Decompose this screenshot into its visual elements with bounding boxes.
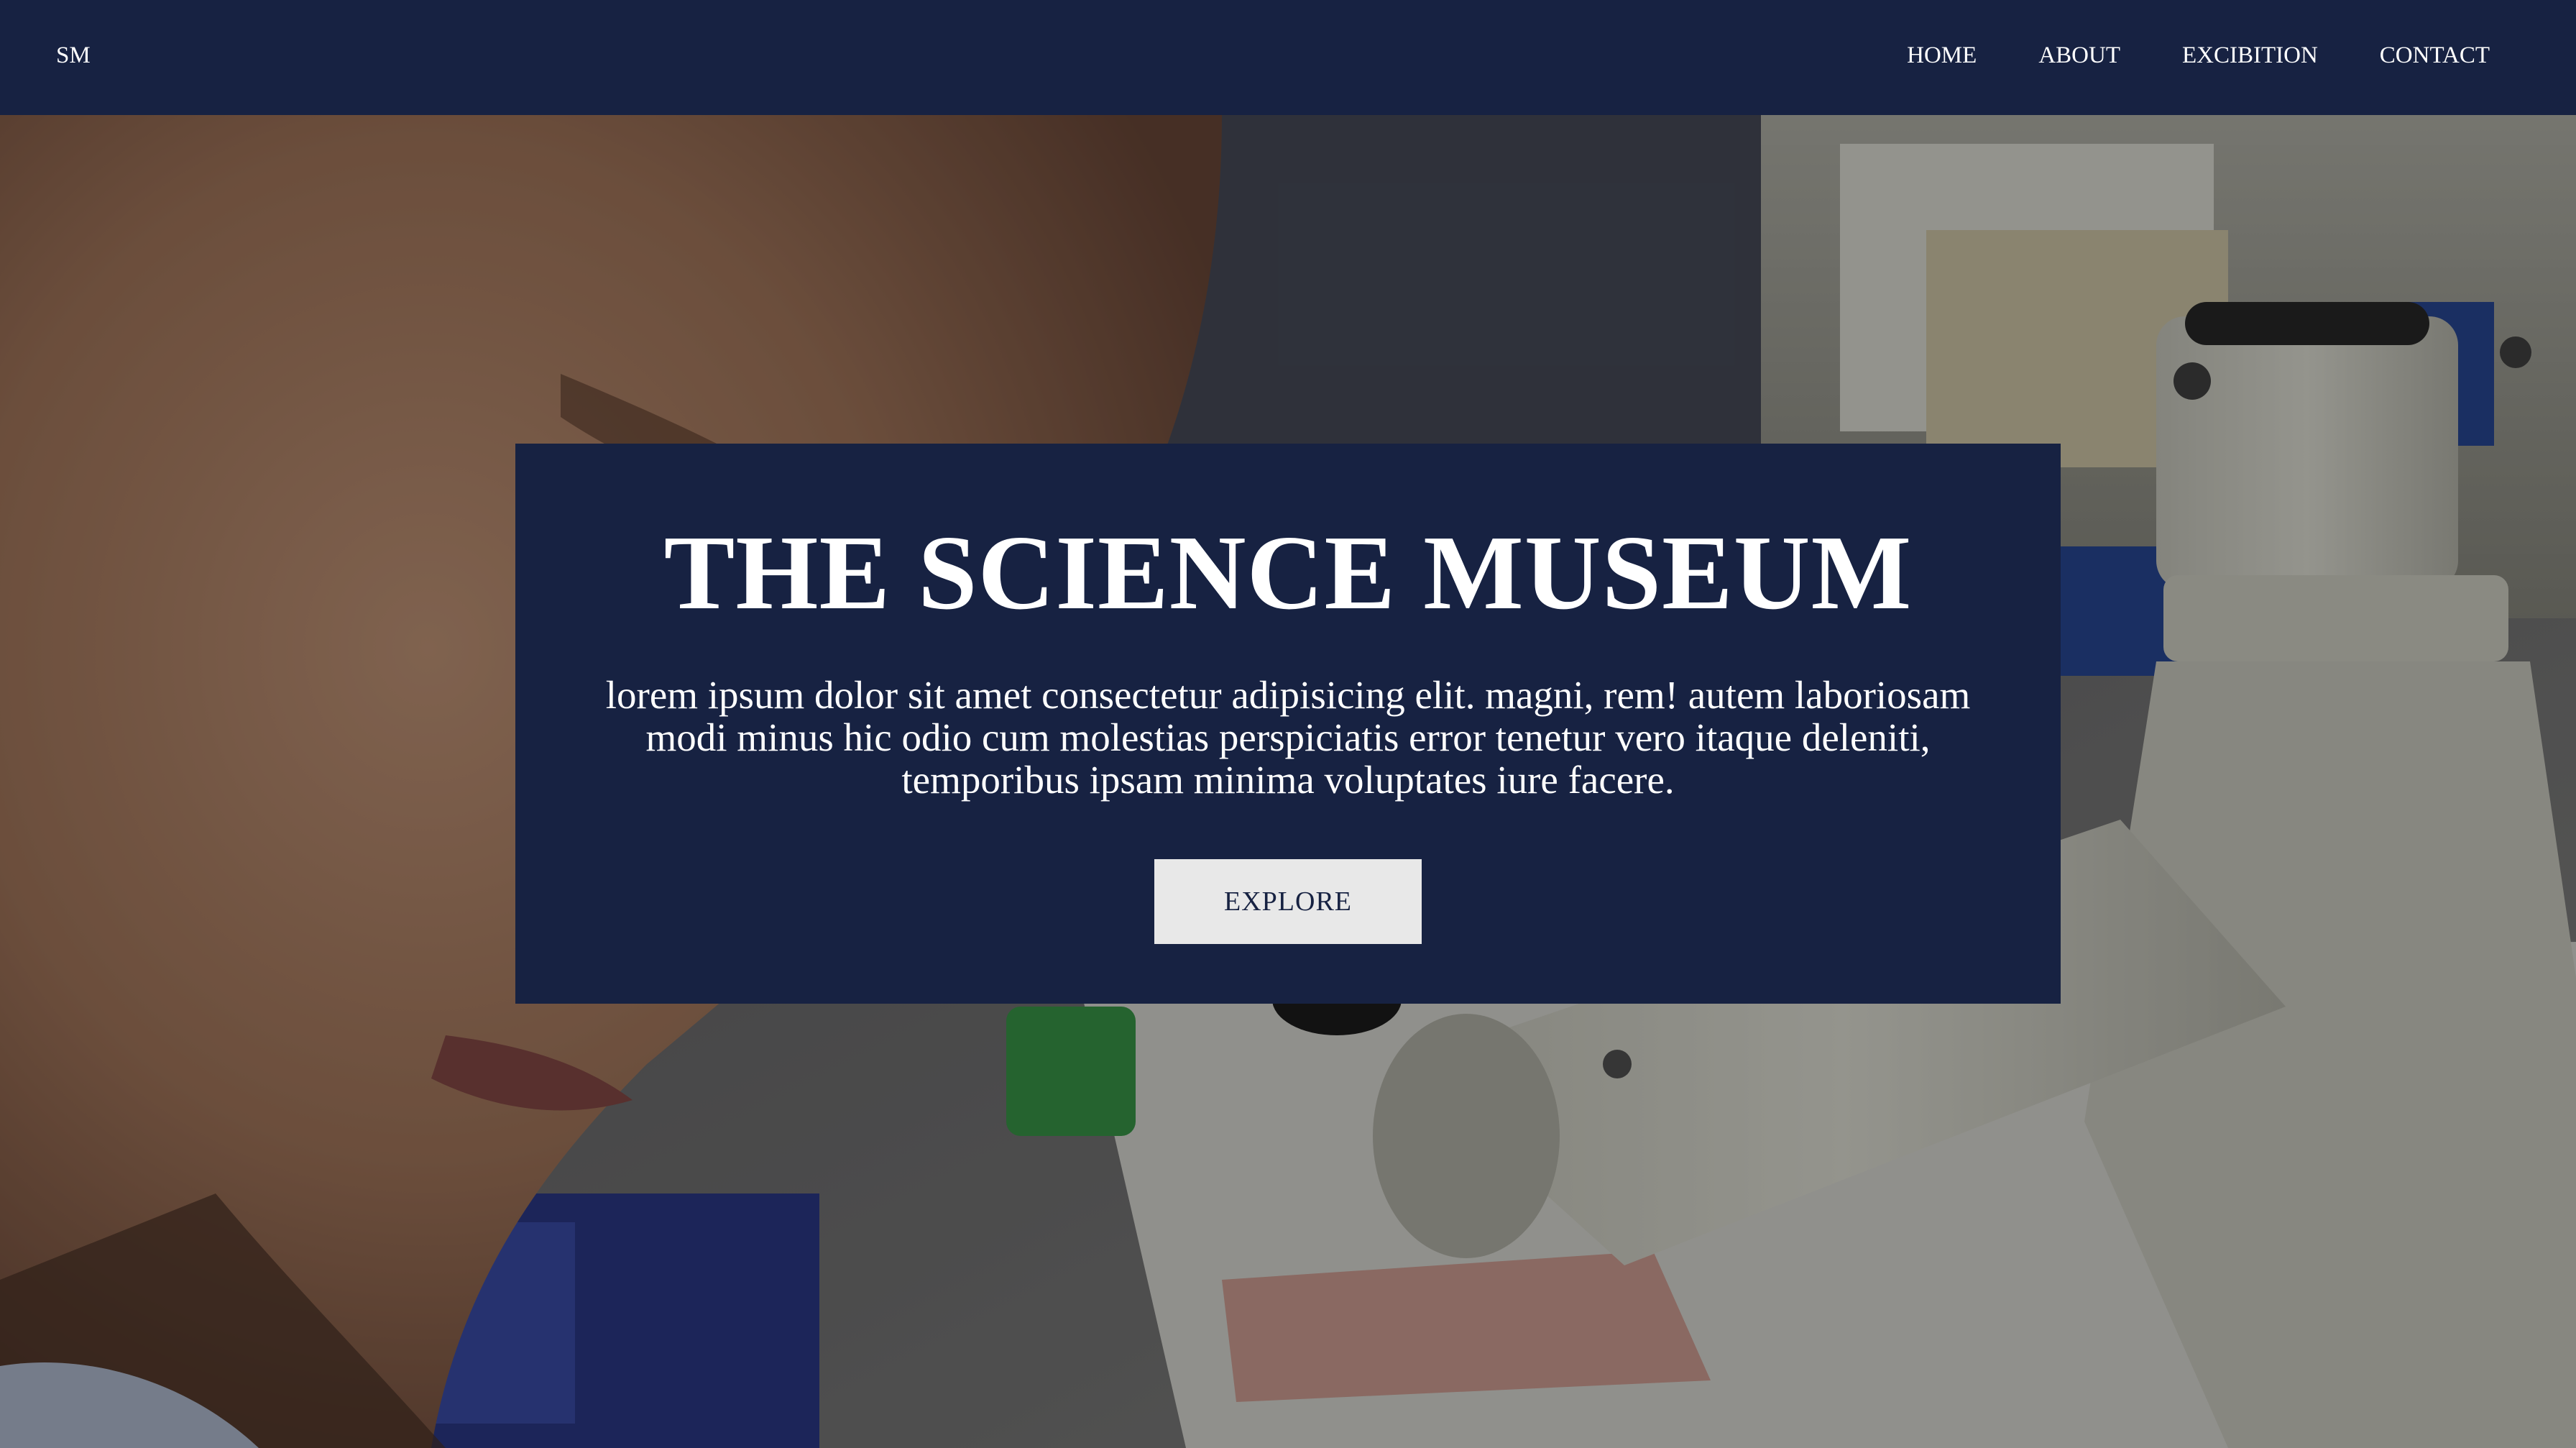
- hero-title: THE SCIENCE MUSEUM: [663, 514, 1913, 632]
- nav-link-contact[interactable]: CONTACT: [2380, 40, 2490, 71]
- explore-button[interactable]: EXPLORE: [1154, 859, 1422, 944]
- nav-link-exhibition[interactable]: EXCIBITION: [2182, 40, 2318, 71]
- page: SM HOME ABOUT EXCIBITION CONTACT THE SCI…: [0, 0, 2576, 1448]
- nav-menu: HOME ABOUT EXCIBITION CONTACT: [1907, 40, 2490, 71]
- hero-description: lorem ipsum dolor sit amet consectetur a…: [605, 673, 1971, 802]
- brand-logo-link[interactable]: SM: [56, 40, 91, 71]
- hero-card: THE SCIENCE MUSEUM lorem ipsum dolor sit…: [515, 444, 2061, 1004]
- nav-link-about[interactable]: ABOUT: [2038, 40, 2120, 71]
- navbar: SM HOME ABOUT EXCIBITION CONTACT: [0, 0, 2576, 115]
- nav-link-home[interactable]: HOME: [1907, 40, 1977, 71]
